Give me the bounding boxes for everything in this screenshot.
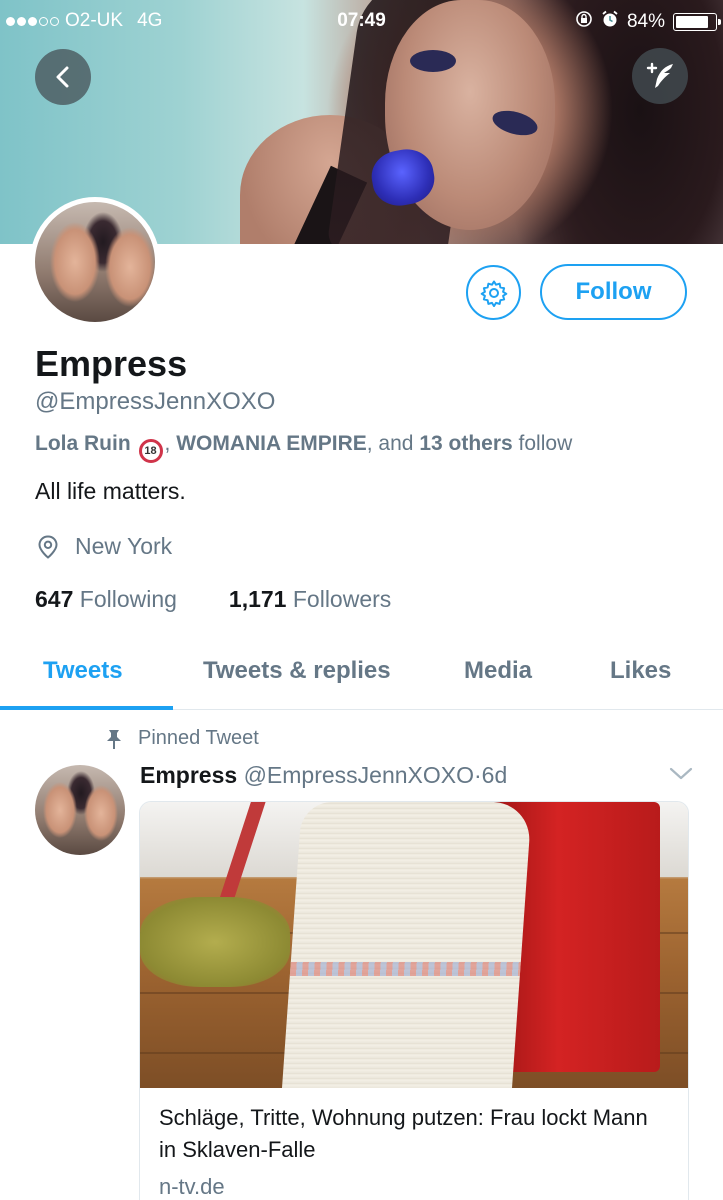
chevron-down-icon: [669, 767, 693, 780]
link-preview-title: Schläge, Tritte, Wohnung putzen: Frau lo…: [159, 1105, 648, 1162]
following-count: 647: [35, 586, 74, 612]
link-preview-image: [140, 802, 688, 1088]
back-button[interactable]: [35, 49, 91, 105]
battery-icon: [673, 13, 721, 31]
pin-icon: [107, 729, 121, 749]
banner-photo-eye: [410, 50, 456, 72]
location-label: New York: [75, 533, 173, 559]
tab-likes[interactable]: Likes: [610, 657, 671, 685]
profile-handle: @EmpressJennXOXO: [35, 388, 276, 415]
profile-avatar[interactable]: [30, 197, 160, 327]
follower-name-link[interactable]: Lola Ruin: [35, 432, 131, 455]
profile-settings-button[interactable]: [466, 265, 521, 320]
following-label: Following: [79, 586, 177, 612]
age-restricted-18-icon: 18: [138, 439, 163, 463]
active-tab-indicator: [0, 706, 173, 710]
status-bar: O2-UK 4G 07:49 84%: [0, 0, 723, 44]
alarm-icon: [601, 10, 619, 34]
followed-by-and: , and: [366, 432, 414, 455]
tweet-header: Empress @EmpressJennXOXO·6d: [140, 762, 507, 789]
pinned-tweet-label: Pinned Tweet: [104, 727, 259, 750]
tweet-author-avatar[interactable]: [35, 765, 125, 855]
following-stat[interactable]: 647 Following: [35, 586, 177, 613]
rotation-lock-icon: [575, 10, 593, 34]
link-preview-card[interactable]: Schläge, Tritte, Wohnung putzen: Frau lo…: [139, 801, 689, 1200]
tweet-menu-button[interactable]: [668, 766, 694, 787]
followed-by-separator: ,: [164, 432, 171, 455]
battery-percent: 84%: [626, 11, 665, 32]
tab-tweets[interactable]: Tweets: [43, 657, 123, 685]
location-pin-icon: [38, 534, 58, 559]
compose-tweet-button[interactable]: [632, 48, 688, 104]
link-preview-domain: n-tv.de: [159, 1174, 225, 1199]
tweet-separator: ·: [474, 762, 482, 788]
gear-icon: [480, 280, 507, 307]
profile-name: Empress: [35, 343, 188, 384]
profile-tabs: Tweets Tweets & replies Media Likes: [0, 640, 723, 710]
tweet-author-handle[interactable]: @EmpressJennXOXO: [244, 762, 474, 788]
followers-count: 1,171: [228, 586, 287, 612]
tweet-author-name[interactable]: Empress: [140, 762, 237, 788]
followed-by-others-count[interactable]: 13 others: [419, 432, 512, 455]
profile-bio: All life matters.: [35, 478, 186, 504]
followers-label: Followers: [292, 586, 392, 612]
pinned-tweet-text: Pinned Tweet: [138, 727, 259, 749]
followed-by-suffix: follow: [518, 432, 573, 455]
tab-tweets-and-replies[interactable]: Tweets & replies: [203, 657, 391, 685]
status-right: 84%: [575, 10, 721, 34]
tweet-age[interactable]: 6d: [482, 762, 508, 788]
profile-location: New York: [35, 533, 172, 560]
follow-button[interactable]: Follow: [540, 264, 687, 320]
followers-stat[interactable]: 1,171 Followers: [229, 586, 391, 613]
compose-tweet-icon: [646, 62, 673, 88]
back-arrow-icon: [56, 66, 69, 88]
followed-by-line[interactable]: Lola Ruin 18, WOMANIA EMPIRE, and 13 oth…: [35, 432, 572, 463]
profile-stats: 647 Following 1,171 Followers: [35, 586, 391, 613]
tab-media[interactable]: Media: [464, 657, 532, 685]
follower-name-link[interactable]: WOMANIA EMPIRE: [176, 432, 367, 455]
